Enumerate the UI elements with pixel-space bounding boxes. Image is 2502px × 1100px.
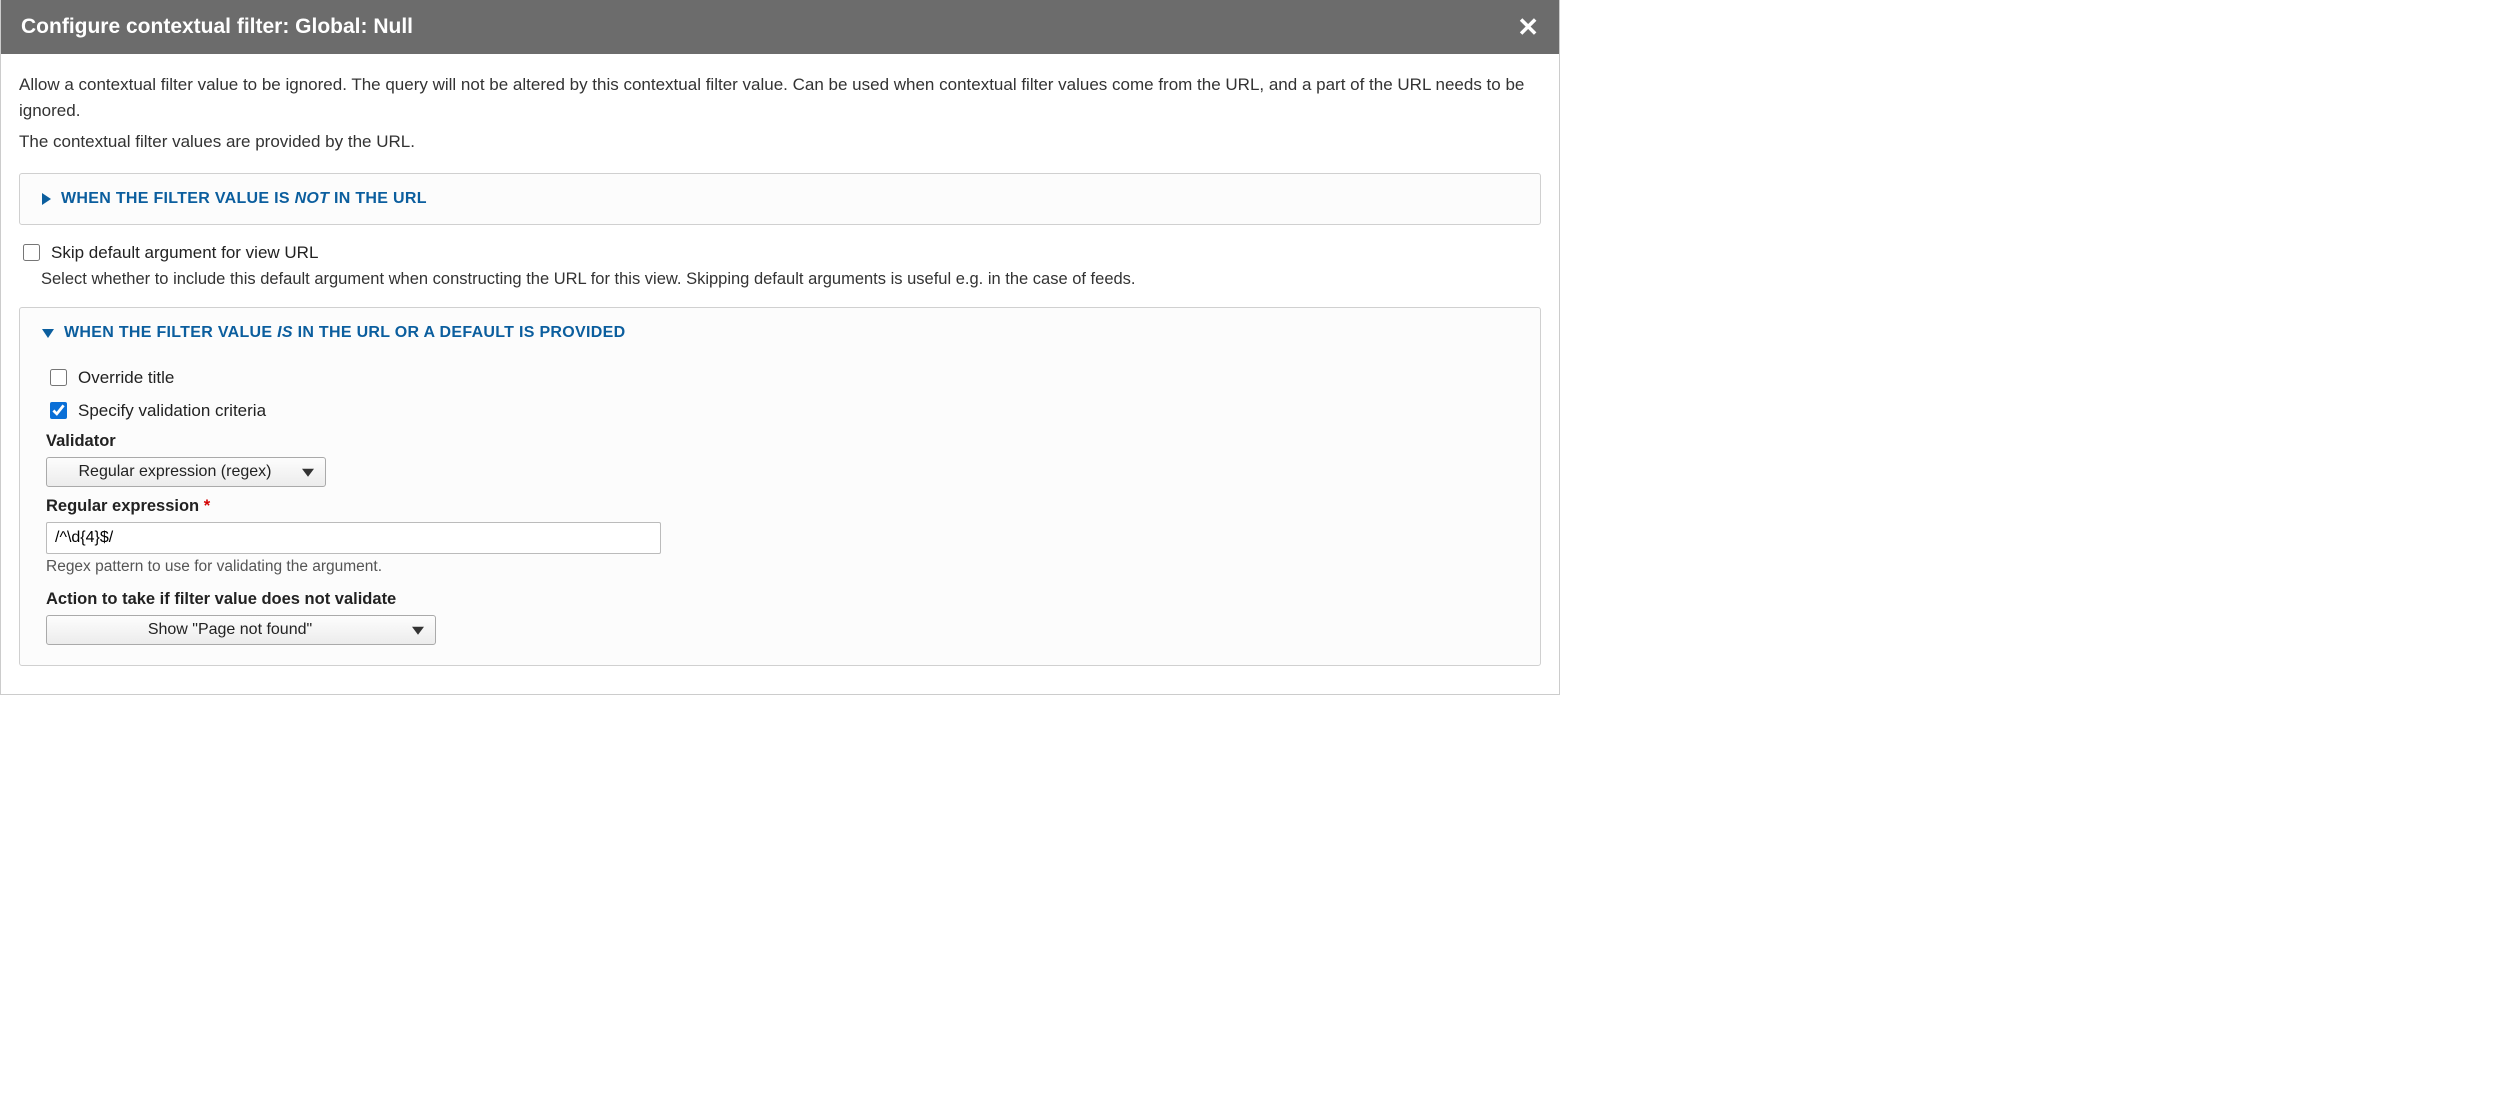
action-invalid-group: Action to take if filter value does not … [20,590,1540,645]
validator-select[interactable]: Regular expression (regex) [46,457,326,487]
override-title-label: Override title [78,368,174,388]
regex-input[interactable] [46,522,661,554]
chevron-down-icon [42,329,54,338]
specify-validation-row: Specify validation criteria [20,399,1540,422]
specify-validation-label: Specify validation criteria [78,401,266,421]
action-invalid-select-wrap: Show "Page not found" [46,615,436,645]
action-invalid-select[interactable]: Show "Page not found" [46,615,436,645]
title-part: WHEN THE FILTER VALUE IS [61,190,295,207]
title-emph: IS [277,324,293,341]
specify-validation-checkbox[interactable] [50,402,67,419]
regex-help: Regex pattern to use for validating the … [46,558,1540,576]
fieldset-in-url: WHEN THE FILTER VALUE IS IN THE URL OR A… [19,307,1541,666]
modal-dialog: Configure contextual filter: Global: Nul… [0,0,1560,695]
override-title-checkbox[interactable] [50,369,67,386]
regex-label-text: Regular expression [46,497,199,515]
modal-header: Configure contextual filter: Global: Nul… [1,0,1559,54]
regex-label: Regular expression * [46,497,1540,516]
skip-default-help: Select whether to include this default a… [41,270,1541,289]
validator-select-wrap: Regular expression (regex) [46,457,326,487]
skip-default-row: Skip default argument for view URL [19,241,1541,264]
close-icon[interactable]: ✕ [1517,14,1539,40]
skip-default-label: Skip default argument for view URL [51,243,318,263]
required-marker: * [204,497,210,515]
chevron-right-icon [42,193,51,205]
fieldset-in-url-title: WHEN THE FILTER VALUE IS IN THE URL OR A… [64,324,625,342]
modal-body: Allow a contextual filter value to be ig… [1,54,1559,694]
fieldset-in-url-toggle[interactable]: WHEN THE FILTER VALUE IS IN THE URL OR A… [20,308,1540,358]
override-title-row: Override title [20,366,1540,389]
regex-group: Regular expression * Regex pattern to us… [20,497,1540,576]
title-emph: NOT [295,190,330,207]
validator-group: Validator Regular expression (regex) [20,432,1540,487]
fieldset-not-in-url-title: WHEN THE FILTER VALUE IS NOT IN THE URL [61,190,427,208]
title-part: IN THE URL OR A DEFAULT IS PROVIDED [293,324,626,341]
description-text-2: The contextual filter values are provide… [19,129,1541,155]
title-part: WHEN THE FILTER VALUE [64,324,277,341]
fieldset-not-in-url: WHEN THE FILTER VALUE IS NOT IN THE URL [19,173,1541,225]
validator-label: Validator [46,432,1540,451]
skip-default-checkbox[interactable] [23,244,40,261]
title-part: IN THE URL [329,190,427,207]
description-text-1: Allow a contextual filter value to be ig… [19,72,1541,125]
modal-title: Configure contextual filter: Global: Nul… [21,15,413,39]
action-invalid-label: Action to take if filter value does not … [46,590,1540,609]
fieldset-not-in-url-toggle[interactable]: WHEN THE FILTER VALUE IS NOT IN THE URL [20,174,1540,224]
